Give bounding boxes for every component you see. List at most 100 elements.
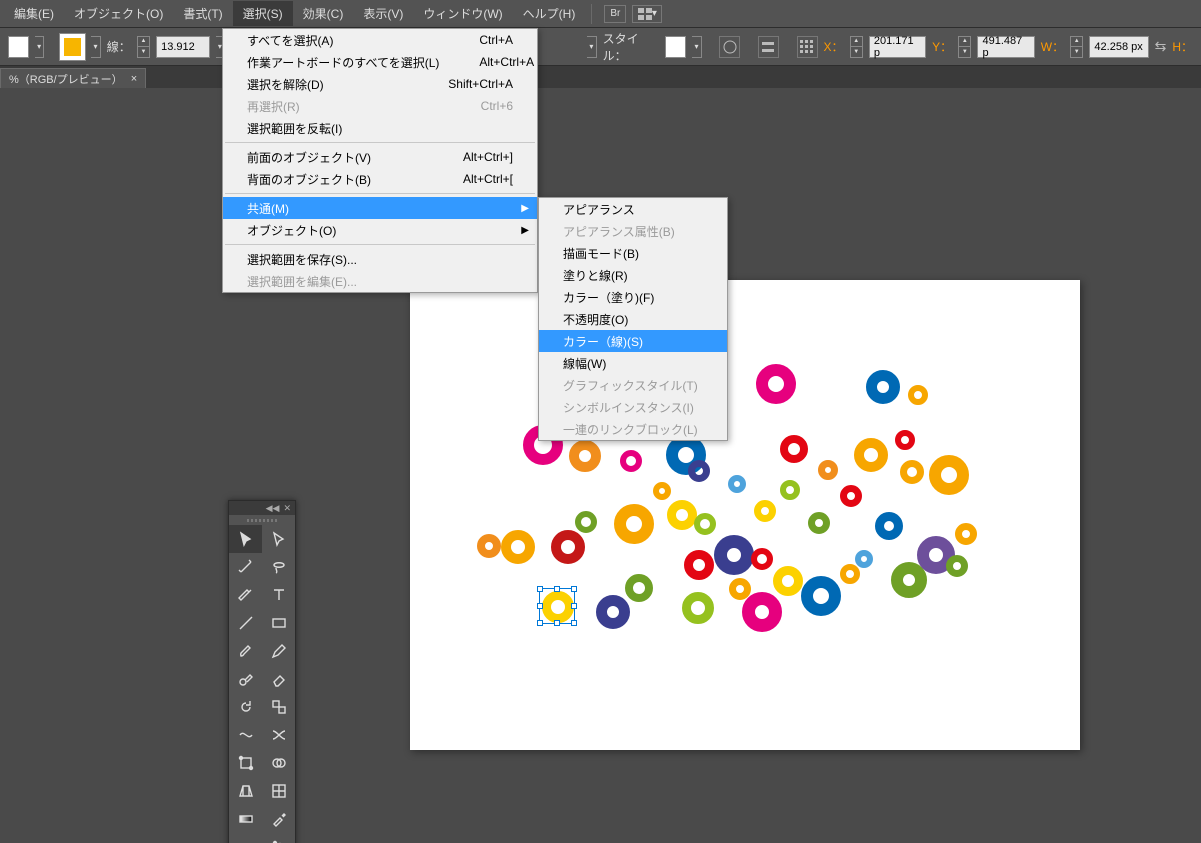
menu-effect[interactable]: 効果(C) [293, 1, 354, 26]
bridge-button[interactable]: Br [604, 5, 626, 23]
fill-swatch[interactable] [8, 36, 29, 58]
ring-shape[interactable] [501, 530, 535, 564]
selection-handle[interactable] [571, 586, 577, 592]
menu-item[interactable]: 線幅(W) [539, 352, 727, 374]
tool-lasso[interactable] [262, 553, 295, 581]
ring-shape[interactable] [575, 511, 597, 533]
arrange-docs-button[interactable]: ▾ [632, 5, 662, 23]
tool-direct-selection[interactable] [262, 525, 295, 553]
tool-shape-builder[interactable] [262, 749, 295, 777]
menu-item[interactable]: すべてを選択(A)Ctrl+A [223, 29, 537, 51]
ring-shape[interactable] [866, 370, 900, 404]
ring-shape[interactable] [477, 534, 501, 558]
tool-free-transform[interactable] [229, 749, 262, 777]
tool-mesh[interactable] [262, 777, 295, 805]
menu-view[interactable]: 表示(V) [353, 1, 413, 26]
ring-shape[interactable] [751, 548, 773, 570]
ring-shape[interactable] [900, 460, 924, 484]
tool-blob-brush[interactable] [229, 665, 262, 693]
tool-width[interactable] [229, 721, 262, 749]
selection-handle[interactable] [537, 603, 543, 609]
y-spinner[interactable]: ▲▼ [958, 36, 971, 58]
unknown-dropdown[interactable]: ▾ [587, 36, 597, 58]
menu-window[interactable]: ウィンドウ(W) [413, 1, 512, 26]
tool-rectangle[interactable] [262, 609, 295, 637]
style-dropdown[interactable]: ▾ [692, 36, 702, 58]
ring-shape[interactable] [840, 564, 860, 584]
opacity-icon[interactable] [719, 36, 740, 58]
menu-item[interactable]: 選択を解除(D)Shift+Ctrl+A [223, 73, 537, 95]
selection-handle[interactable] [554, 586, 560, 592]
ring-shape[interactable] [596, 595, 630, 629]
selection-handle[interactable] [537, 586, 543, 592]
link-wh-icon[interactable]: ⇆ [1155, 38, 1167, 55]
menu-object[interactable]: オブジェクト(O) [64, 1, 173, 26]
menu-edit[interactable]: 編集(E) [4, 1, 64, 26]
menu-item[interactable]: 背面のオブジェクト(B)Alt+Ctrl+[ [223, 168, 537, 190]
ring-shape[interactable] [688, 460, 710, 482]
ring-shape[interactable] [714, 535, 754, 575]
ring-shape[interactable] [780, 480, 800, 500]
selection-handle[interactable] [571, 603, 577, 609]
menu-help[interactable]: ヘルプ(H) [513, 1, 586, 26]
ring-shape[interactable] [569, 440, 601, 472]
tool-gradient[interactable] [229, 805, 262, 833]
tool-rotate[interactable] [229, 693, 262, 721]
menu-item[interactable]: 作業アートボードのすべてを選択(L)Alt+Ctrl+A [223, 51, 537, 73]
transform-icon[interactable] [797, 36, 818, 58]
ring-shape[interactable] [955, 523, 977, 545]
tool-pen[interactable] [229, 581, 262, 609]
ring-shape[interactable] [614, 504, 654, 544]
selection-handle[interactable] [554, 620, 560, 626]
ring-shape[interactable] [780, 435, 808, 463]
menu-item[interactable]: 選択範囲を保存(S)... [223, 248, 537, 270]
document-tab[interactable]: %（RGB/プレビュー） × [0, 68, 146, 88]
ring-shape[interactable] [808, 512, 830, 534]
tool-symbol-sprayer[interactable] [262, 833, 295, 843]
ring-shape[interactable] [854, 438, 888, 472]
w-spinner[interactable]: ▲▼ [1070, 36, 1083, 58]
ring-shape[interactable] [855, 550, 873, 568]
x-spinner[interactable]: ▲▼ [850, 36, 863, 58]
menu-select[interactable]: 選択(S) [233, 1, 293, 26]
ring-shape[interactable] [840, 485, 862, 507]
close-icon[interactable]: ✕ [283, 503, 291, 514]
tool-blend[interactable] [229, 833, 262, 843]
ring-shape[interactable] [551, 530, 585, 564]
menu-item[interactable]: 選択範囲を反転(I) [223, 117, 537, 139]
ring-shape[interactable] [620, 450, 642, 472]
ring-shape[interactable] [756, 364, 796, 404]
selected-object-bbox[interactable] [539, 588, 575, 624]
fill-dropdown[interactable]: ▾ [35, 36, 45, 58]
tool-selection[interactable] [229, 525, 262, 553]
style-swatch[interactable] [665, 36, 686, 58]
document-tab-close[interactable]: × [131, 73, 137, 85]
menu-item[interactable]: カラー（塗り)(F) [539, 286, 727, 308]
menu-item[interactable]: カラー（線)(S) [539, 330, 727, 352]
ring-shape[interactable] [895, 430, 915, 450]
tool-pencil[interactable] [262, 637, 295, 665]
y-input[interactable]: 491.487 p [977, 36, 1034, 58]
stroke-value-input[interactable]: 13.912 [156, 36, 209, 58]
selection-handle[interactable] [571, 620, 577, 626]
menu-item[interactable]: 前面のオブジェクト(V)Alt+Ctrl+] [223, 146, 537, 168]
selected-ring-shape[interactable] [542, 591, 574, 623]
menu-item[interactable]: 描画モード(B) [539, 242, 727, 264]
menu-item[interactable]: オブジェクト(O)▶ [223, 219, 537, 241]
menu-item[interactable]: 不透明度(O) [539, 308, 727, 330]
tools-panel-header[interactable]: ◀◀ ✕ [229, 501, 295, 515]
ring-shape[interactable] [908, 385, 928, 405]
ring-shape[interactable] [694, 513, 716, 535]
tool-magic-wand[interactable] [229, 553, 262, 581]
artboard[interactable] [410, 280, 1080, 750]
tool-scale[interactable] [262, 693, 295, 721]
tool-paintbrush[interactable] [229, 637, 262, 665]
menu-item[interactable]: 塗りと線(R) [539, 264, 727, 286]
tool-type[interactable] [262, 581, 295, 609]
ring-shape[interactable] [667, 500, 697, 530]
tool-warp[interactable] [262, 721, 295, 749]
ring-shape[interactable] [625, 574, 653, 602]
tool-eraser[interactable] [262, 665, 295, 693]
x-input[interactable]: 201.171 p [869, 36, 926, 58]
ring-shape[interactable] [929, 455, 969, 495]
